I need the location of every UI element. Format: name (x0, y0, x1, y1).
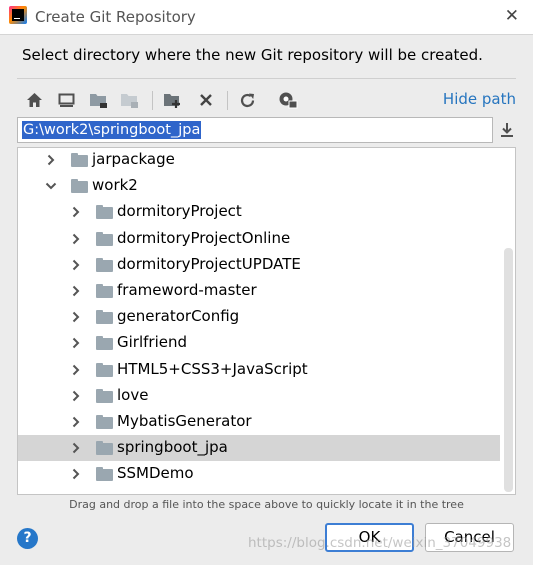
tree-row-label: love (117, 385, 149, 404)
folder-icon (96, 441, 113, 456)
folder-icon (96, 205, 113, 220)
title-bar: Create Git Repository ✕ (0, 0, 533, 35)
desktop-icon[interactable] (56, 91, 76, 109)
folder-icon (71, 153, 88, 167)
folder-icon (96, 467, 113, 482)
folder-icon (96, 415, 113, 429)
tree-row-label: springboot_jpa (117, 438, 228, 457)
folder-icon (96, 336, 113, 351)
chevron-right-icon[interactable] (70, 233, 82, 245)
folder-icon (96, 284, 113, 298)
tree-scrollbar[interactable] (504, 248, 513, 492)
help-button[interactable]: ? (17, 528, 38, 549)
project-folder-icon[interactable] (89, 91, 109, 109)
show-hidden-icon[interactable] (278, 91, 298, 109)
chevron-right-icon[interactable] (70, 337, 82, 349)
refresh-icon[interactable] (237, 91, 257, 109)
tree-row-label: HTML5+CSS3+JavaScript (117, 359, 308, 378)
intellij-app-icon (9, 6, 27, 24)
path-input[interactable]: G:\work2\springboot_jpa (17, 117, 493, 143)
directory-tree[interactable]: jarpackage work2 dormitoryProject dormitory… (17, 147, 516, 495)
tree-row-label: work2 (92, 176, 138, 195)
tree-row[interactable]: work2 (18, 173, 500, 199)
tree-row[interactable]: love (18, 383, 500, 409)
file-chooser-toolbar: Hide path (17, 78, 516, 117)
tree-row[interactable]: dormitoryProjectOnline (18, 226, 500, 252)
folder-icon (96, 257, 113, 272)
tree-row[interactable]: dormitoryProject (18, 199, 500, 225)
instruction-text: Select directory where the new Git repos… (22, 46, 483, 64)
tree-row[interactable]: HTML5+CSS3+JavaScript (18, 357, 500, 383)
tree-row[interactable]: frameword-master (18, 278, 500, 304)
download-icon[interactable] (498, 121, 516, 139)
watermark: https://blog.csdn.net/weixin_37049938 (248, 535, 512, 551)
close-icon[interactable]: ✕ (505, 6, 519, 26)
module-folder-icon[interactable] (120, 91, 140, 109)
chevron-right-icon[interactable] (70, 416, 82, 428)
tree-row-label: dormitoryProjectOnline (117, 228, 291, 247)
window-title: Create Git Repository (35, 8, 196, 26)
chevron-right-icon[interactable] (45, 154, 57, 166)
chevron-down-icon[interactable] (45, 180, 57, 192)
chevron-right-icon[interactable] (70, 442, 82, 454)
tree-row-label: SSMDemo (117, 464, 194, 483)
tree-row-label: jarpackage (92, 150, 175, 168)
drag-drop-hint: Drag and drop a file into the space abov… (69, 498, 464, 511)
chevron-right-icon[interactable] (70, 390, 82, 402)
tree-row-label: generatorConfig (117, 307, 240, 326)
chevron-right-icon[interactable] (70, 468, 82, 480)
chevron-right-icon[interactable] (70, 364, 82, 376)
tree-row[interactable]: generatorConfig (18, 304, 500, 330)
tree-row-label: dormitoryProject (117, 202, 242, 221)
tree-row[interactable]: MybatisGenerator (18, 409, 500, 435)
tree-row[interactable]: jarpackage (18, 148, 500, 173)
delete-icon[interactable] (196, 91, 216, 109)
chevron-right-icon[interactable] (70, 311, 82, 323)
tree-row-label: dormitoryProjectUPDATE (117, 254, 301, 273)
folder-icon (96, 310, 113, 325)
chevron-right-icon[interactable] (70, 259, 82, 271)
folder-icon (71, 179, 88, 194)
tree-row[interactable]: springboot_jpa (18, 435, 500, 462)
tree-row-label: Girlfriend (117, 333, 187, 352)
tree-row-label: MybatisGenerator (117, 412, 252, 430)
folder-icon (96, 388, 113, 403)
tree-row[interactable]: Girlfriend (18, 330, 500, 356)
chevron-right-icon[interactable] (70, 285, 82, 297)
new-folder-icon[interactable] (163, 91, 183, 109)
path-selected-text: G:\work2\springboot_jpa (22, 121, 202, 139)
tree-row[interactable]: SSMDemo (18, 461, 500, 487)
tree-row-label: frameword-master (117, 281, 257, 299)
chevron-right-icon[interactable] (70, 206, 82, 218)
hide-path-link[interactable]: Hide path (443, 90, 516, 108)
folder-icon (96, 362, 113, 377)
home-icon[interactable] (24, 91, 44, 109)
tree-row[interactable]: dormitoryProjectUPDATE (18, 252, 500, 278)
folder-icon (96, 231, 113, 246)
